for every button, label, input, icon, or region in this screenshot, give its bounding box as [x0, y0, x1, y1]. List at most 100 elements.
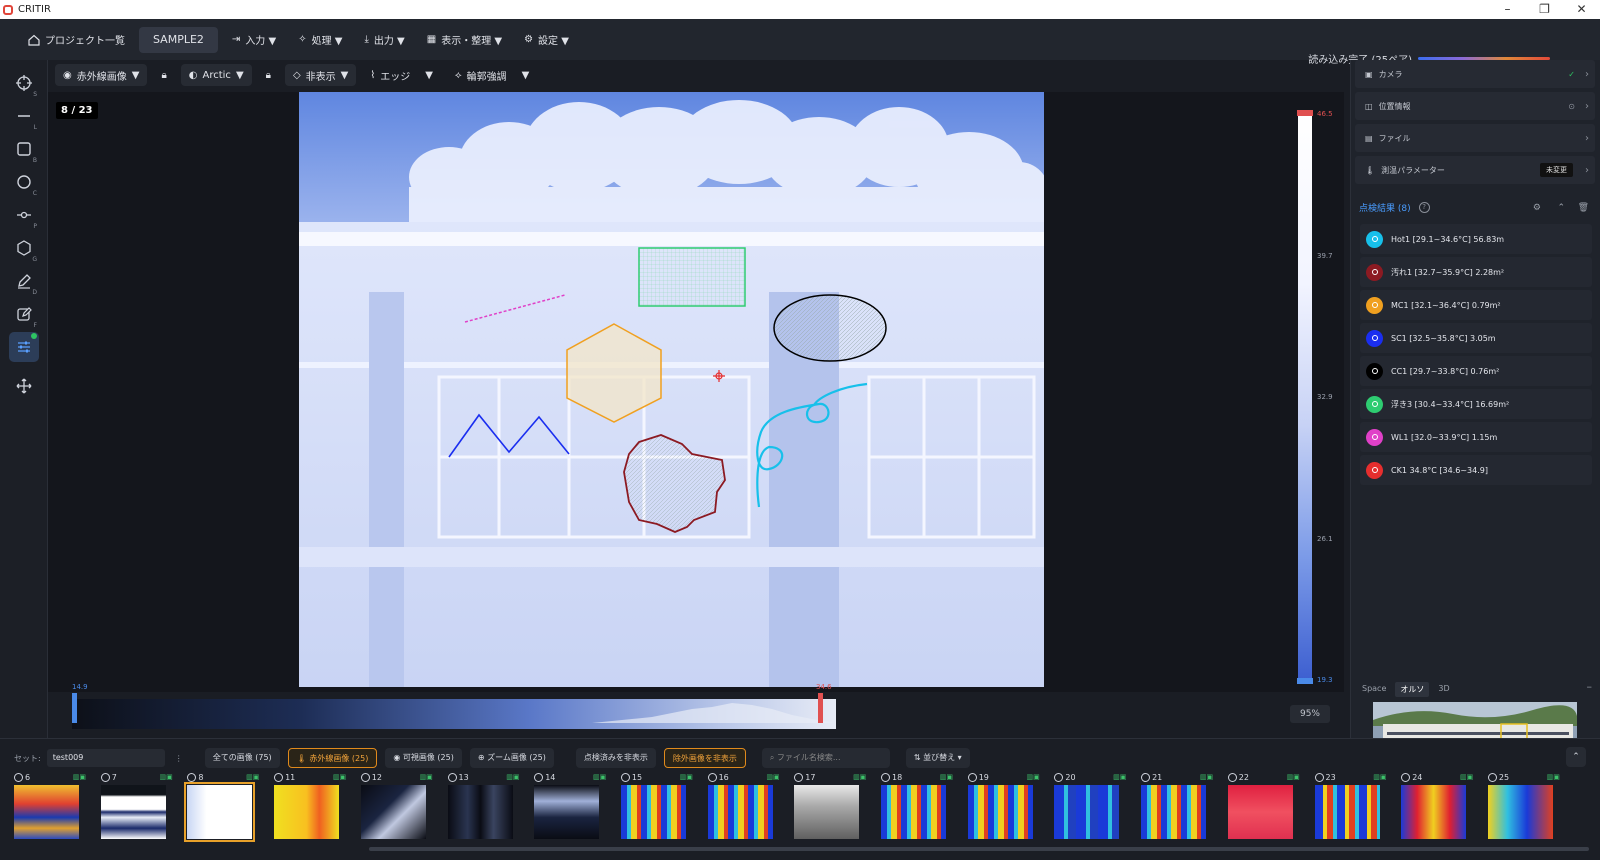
- filter-ir-images[interactable]: 🌡︎ 赤外線画像 (25): [287, 748, 378, 768]
- float-area-rectangle[interactable]: [638, 247, 746, 307]
- label-display-select[interactable]: ◇ 非表示 ▼: [284, 64, 357, 86]
- thumbnail-image[interactable]: [360, 785, 426, 839]
- tab-3d[interactable]: 3D: [1433, 682, 1454, 697]
- camera-section[interactable]: ▣ カメラ ✓ ›: [1355, 60, 1595, 88]
- polygon-tool-button[interactable]: G: [9, 233, 39, 263]
- point-line-tool-button[interactable]: P: [9, 200, 39, 230]
- maximize-icon[interactable]: ❐: [1526, 0, 1563, 19]
- thumbnail-image[interactable]: [1227, 785, 1293, 839]
- result-item[interactable]: CK1 34.8°C [34.6~34.9]: [1360, 455, 1592, 485]
- thumbnail-item[interactable]: 15 ▥▣: [620, 771, 701, 841]
- thumbnail-item[interactable]: 20 ▥▣: [1054, 771, 1134, 841]
- select-radio-icon[interactable]: [1227, 772, 1237, 782]
- chevron-up-icon[interactable]: ⌃: [1557, 203, 1565, 213]
- select-radio-icon[interactable]: [707, 772, 717, 782]
- select-radio-icon[interactable]: [14, 772, 23, 782]
- thumbnail-item[interactable]: 16 ▥▣: [707, 771, 788, 841]
- tab-space[interactable]: Space: [1357, 682, 1391, 697]
- select-radio-icon[interactable]: [447, 772, 457, 782]
- input-menu[interactable]: ⇥ 入力 ▼: [224, 27, 284, 53]
- select-radio-icon[interactable]: [360, 772, 370, 782]
- select-radio-icon[interactable]: [274, 772, 284, 782]
- view-menu[interactable]: ▦ 表示・整理 ▼: [419, 27, 510, 53]
- result-item[interactable]: SC1 [32.5~35.8°C] 3.05m: [1360, 323, 1592, 353]
- minimize-panel-icon[interactable]: –: [1587, 680, 1593, 693]
- select-radio-icon[interactable]: [620, 772, 630, 782]
- thumbnail-item[interactable]: 13 ▥▣: [447, 771, 528, 841]
- thumbnail-image[interactable]: [534, 785, 600, 839]
- close-icon[interactable]: ✕: [1563, 0, 1600, 19]
- select-radio-icon[interactable]: [187, 772, 197, 782]
- result-item[interactable]: WL1 [32.0~33.9°C] 1.15m: [1360, 422, 1592, 452]
- select-radio-icon[interactable]: [794, 772, 804, 782]
- collapse-filmstrip-button[interactable]: ⌃: [1566, 747, 1586, 767]
- min-handle[interactable]: [1297, 678, 1313, 684]
- result-item[interactable]: CC1 [29.7~33.8°C] 0.76m²: [1360, 356, 1592, 386]
- location-section[interactable]: ◫ 位置情報 ⊙ ›: [1355, 92, 1595, 120]
- palette-select[interactable]: ◐ Arctic ▼: [180, 64, 252, 86]
- select-radio-icon[interactable]: [881, 772, 890, 782]
- select-radio-icon[interactable]: [1487, 772, 1497, 782]
- select-radio-icon[interactable]: [967, 772, 977, 782]
- move-tool-button[interactable]: [9, 371, 39, 401]
- thumbnail-item[interactable]: 23 ▥▣: [1314, 771, 1395, 841]
- thumbnail-image[interactable]: [620, 785, 686, 839]
- thumbnail-item[interactable]: 22 ▥▣: [1227, 771, 1308, 841]
- contour-select[interactable]: ⟡ 輪郭強調 ▼: [447, 64, 537, 86]
- output-menu[interactable]: ⤓ 出力 ▼: [356, 27, 412, 53]
- filter-visible-images[interactable]: ◉ 可視画像 (25): [385, 748, 462, 768]
- thumbnail-item[interactable]: 19 ▥▣: [967, 771, 1048, 841]
- hide-excluded-button[interactable]: 除外画像を非表示: [663, 748, 746, 768]
- thumbnail-image[interactable]: [184, 782, 256, 842]
- minimize-icon[interactable]: –: [1489, 0, 1526, 19]
- more-vertical-icon[interactable]: ⋮: [175, 754, 183, 763]
- thumbnail-item[interactable]: 7 ▥▣: [100, 771, 181, 841]
- thermal-image[interactable]: [299, 92, 1044, 687]
- help-icon[interactable]: ?: [1418, 202, 1430, 213]
- thumbnail-image[interactable]: [794, 785, 860, 839]
- thumbnail-image[interactable]: [707, 785, 773, 839]
- result-item[interactable]: 浮き3 [30.4~33.4°C] 16.69m²: [1360, 389, 1592, 419]
- gear-icon[interactable]: ⚙: [1533, 203, 1541, 213]
- filmstrip-scrollbar[interactable]: [369, 847, 1589, 851]
- file-section[interactable]: ▤ ファイル ›: [1355, 124, 1595, 152]
- select-radio-icon[interactable]: [100, 772, 110, 782]
- thumbnail-image[interactable]: [1054, 785, 1120, 839]
- adjust-tool-button[interactable]: [9, 332, 39, 362]
- thumbnail-item[interactable]: 25 ▥▣: [1487, 771, 1568, 841]
- result-item[interactable]: Hot1 [29.1~34.6°C] 56.83m: [1360, 224, 1592, 254]
- select-radio-icon[interactable]: [1054, 772, 1064, 782]
- thumbnail-image[interactable]: [1487, 785, 1553, 839]
- settings-menu[interactable]: ⚙ 設定 ▼: [516, 27, 577, 53]
- circle-tool-button[interactable]: C: [9, 167, 39, 197]
- thumbnail-item[interactable]: 6 ▥▣: [14, 771, 94, 841]
- thumbnail-image[interactable]: [967, 785, 1033, 839]
- hide-checked-button[interactable]: 点検済みを非表示: [575, 748, 656, 768]
- max-handle[interactable]: [1297, 110, 1313, 116]
- histogram-low-handle[interactable]: [72, 693, 77, 723]
- measurement-params-section[interactable]: 🌡︎ 測温パラメーター 未変更 ›: [1355, 156, 1595, 184]
- thumbnail-item[interactable]: 21 ▥▣: [1141, 771, 1221, 841]
- hotspot-tool-button[interactable]: S: [9, 68, 39, 98]
- thumbnail-item[interactable]: 14 ▥▣: [534, 771, 614, 841]
- thumbnail-image[interactable]: [274, 785, 340, 839]
- thumbnail-item[interactable]: 24 ▥▣: [1401, 771, 1481, 841]
- thumbnail-item[interactable]: 8 ▥▣: [184, 771, 267, 842]
- select-radio-icon[interactable]: [534, 772, 544, 782]
- edge-select[interactable]: ⌇ エッジ ▼: [362, 64, 441, 86]
- histogram-high-handle[interactable]: [818, 693, 823, 723]
- trash-icon[interactable]: 🗑︎: [1578, 203, 1589, 213]
- select-radio-icon[interactable]: [1401, 772, 1411, 782]
- project-list-button[interactable]: プロジェクト一覧: [20, 27, 133, 53]
- file-search-input[interactable]: ⌕ ファイル名検索...: [761, 748, 890, 768]
- histogram-range-slider[interactable]: 14.9 34.6: [72, 683, 836, 729]
- thumbnail-image[interactable]: [881, 785, 946, 839]
- rectangle-tool-button[interactable]: B: [9, 134, 39, 164]
- lock-icon[interactable]: 🔒︎: [258, 64, 279, 86]
- tab-ortho[interactable]: オルソ: [1395, 682, 1430, 697]
- thumbnail-image[interactable]: [14, 785, 79, 839]
- cc1-ellipse[interactable]: [773, 294, 887, 362]
- set-select[interactable]: test009: [46, 749, 165, 767]
- process-menu[interactable]: ✧ 処理 ▼: [290, 27, 350, 53]
- temperature-color-bar[interactable]: [1297, 110, 1313, 684]
